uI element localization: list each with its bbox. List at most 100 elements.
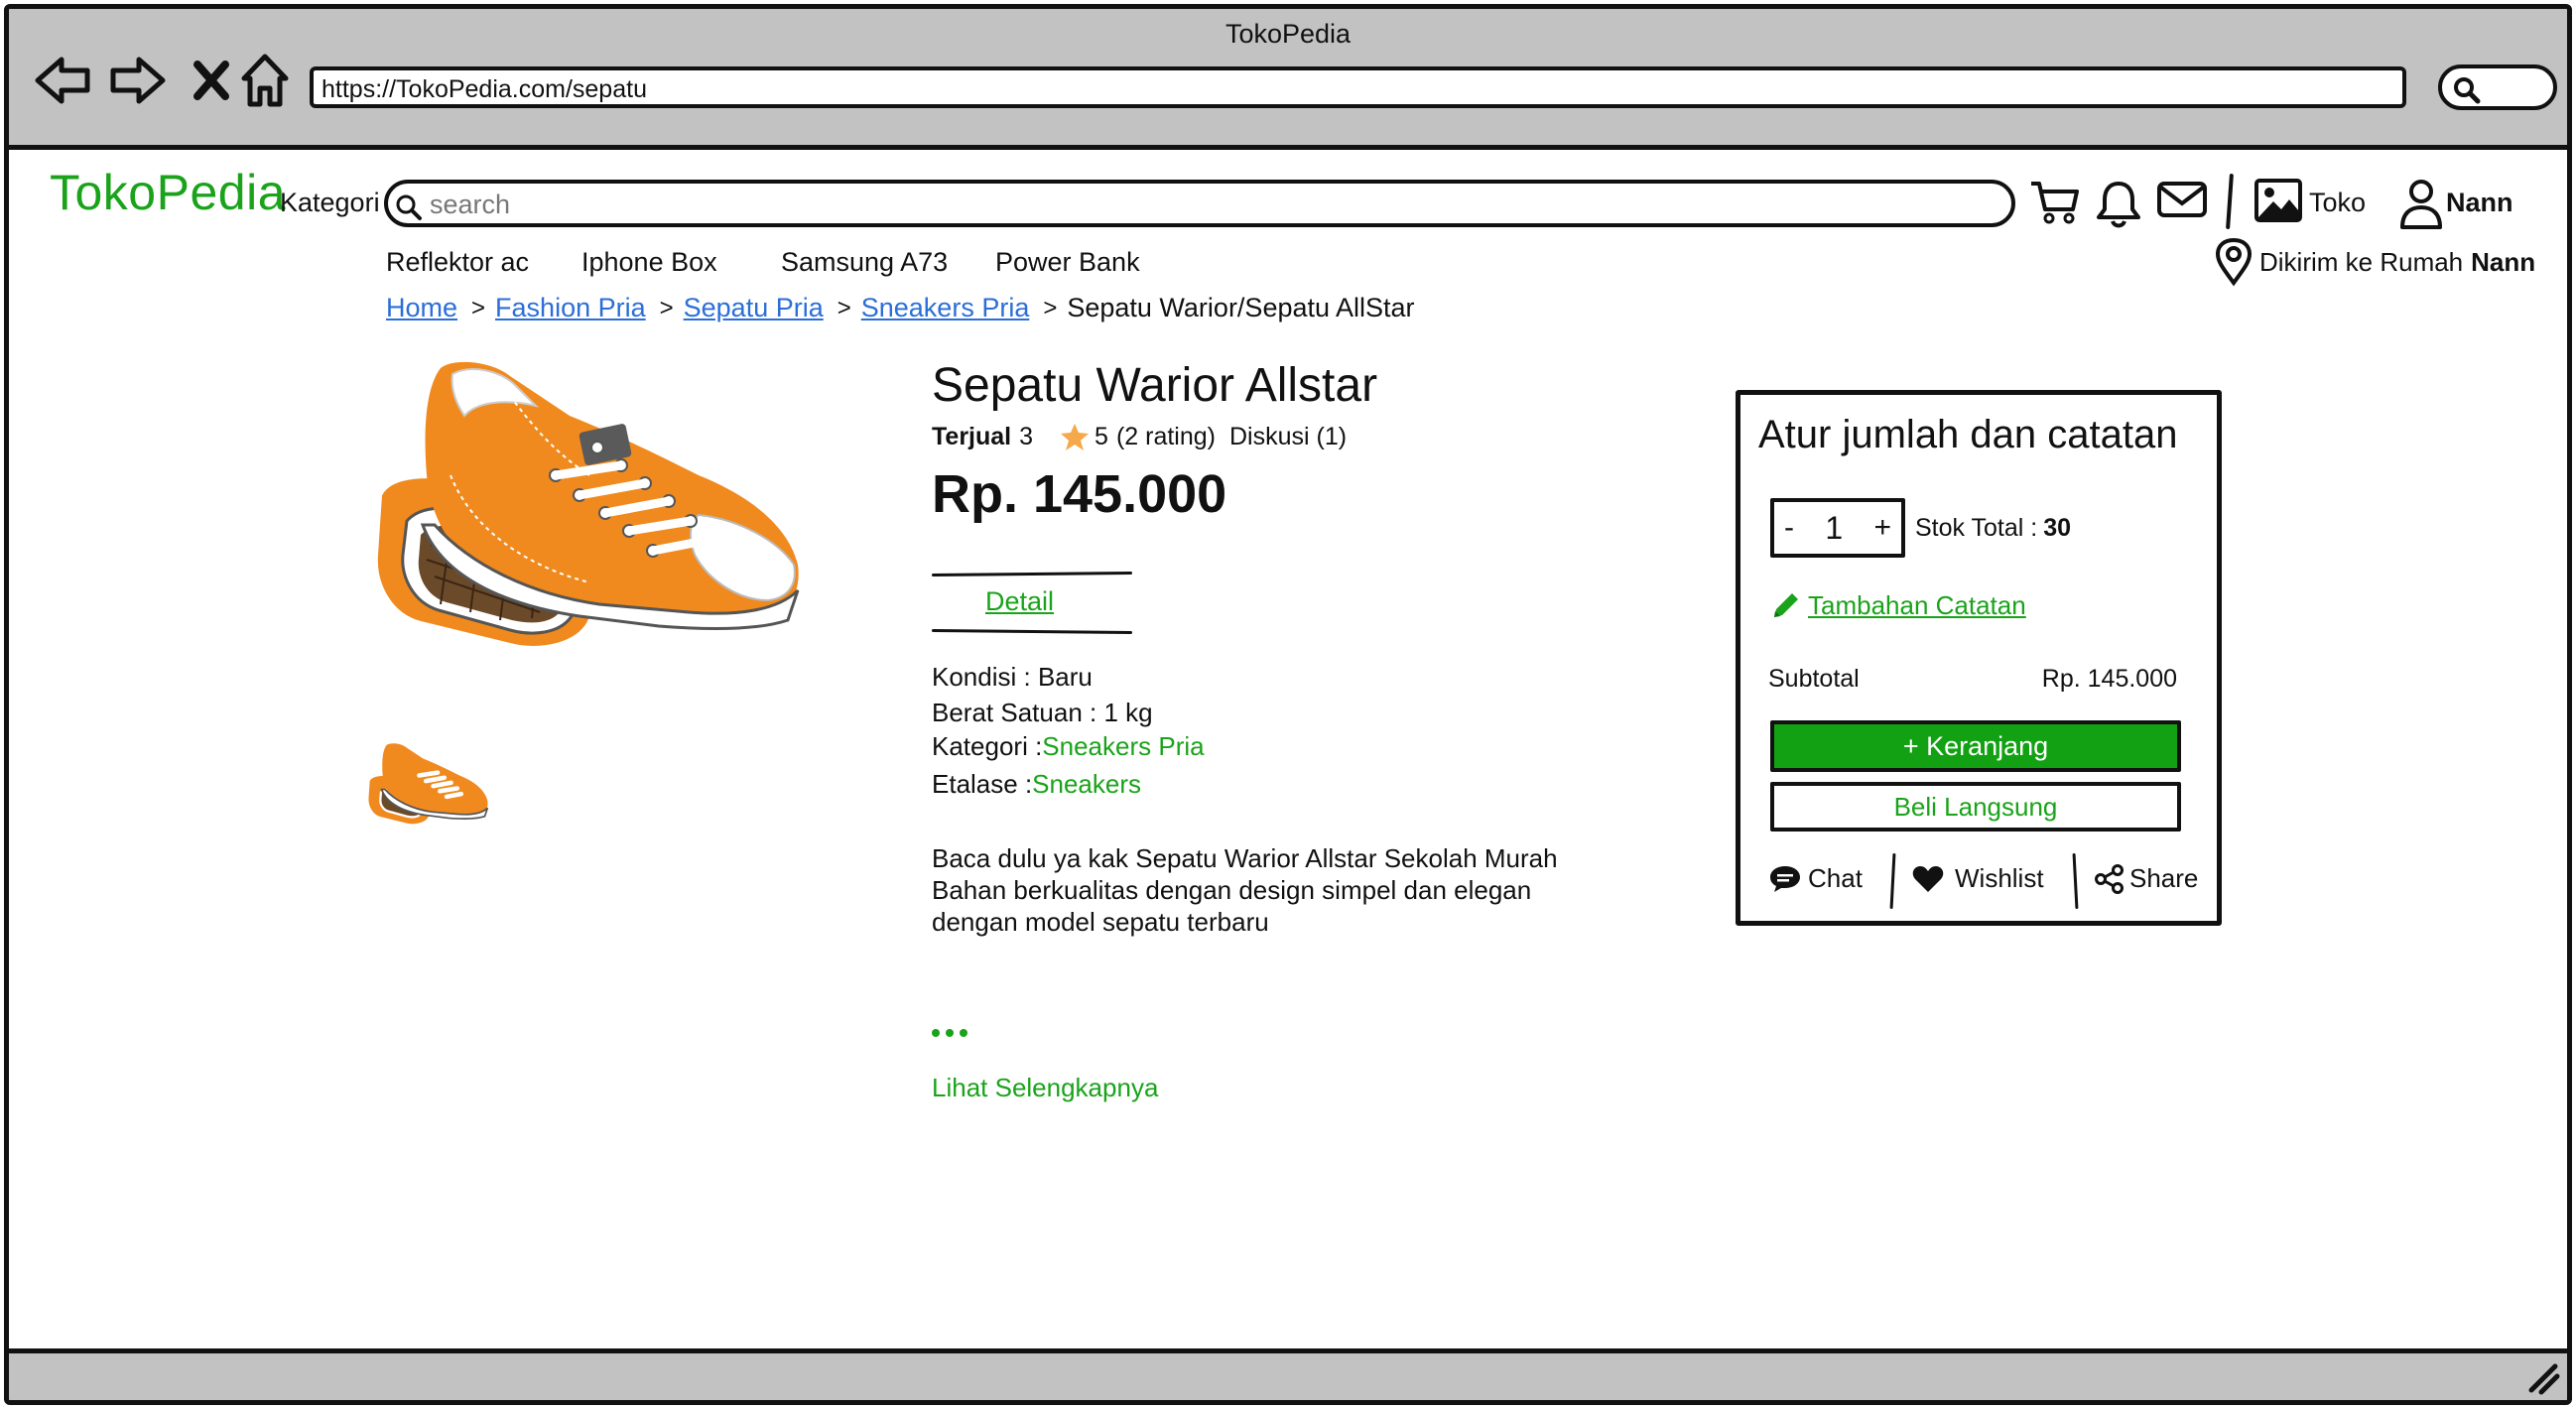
store-link[interactable]: Toko [2309,188,2366,218]
purchase-card: Atur jumlah dan catatan - 1 + Stok Total… [1736,390,2222,926]
category-link[interactable]: Sneakers Pria [1042,731,1204,761]
card-actions: Chat Wishlist Share [1768,852,2205,910]
see-more-link[interactable]: Lihat Selengkapnya [932,1073,1158,1103]
action-divider [1889,852,1896,910]
search-placeholder: search [430,190,511,219]
showcase-link[interactable]: Sneakers [1032,769,1141,799]
quantity-input[interactable]: 1 [1825,510,1843,547]
product-price: Rp. 145.000 [932,464,1227,524]
search-icon [396,194,422,220]
resize-grip-icon[interactable] [2525,1360,2561,1396]
description-line: Bahan berkualitas dengan design simpel d… [932,875,1532,905]
discussion-link[interactable]: Diskusi (1) [1229,423,1347,451]
add-note-label: Tambahan Catatan [1808,589,2026,620]
share-button[interactable]: Share [2094,863,2198,894]
tab-detail-label: Detail [985,586,1055,616]
mail-icon[interactable] [2156,178,2208,221]
window-title: TokoPedia [1224,19,1352,49]
tab-detail[interactable]: Detail [931,571,1133,635]
quick-link[interactable]: Samsung A73 [781,247,948,278]
showcase-label: Etalase : [932,769,1033,799]
bell-icon[interactable] [2095,178,2142,229]
address-bar[interactable]: https://TokoPedia.com/sepatu [310,66,2406,108]
browser-toolbar: TokoPedia https://TokoPedia.com/sepatu [9,9,2567,150]
stock-value: 30 [2043,514,2072,542]
chat-button[interactable]: Chat [1768,863,1863,894]
url-text: https://TokoPedia.com/sepatu [322,75,647,103]
search-icon [2454,77,2481,104]
quantity-stepper: - 1 + [1770,498,1905,558]
star-icon [1061,424,1090,450]
quick-link[interactable]: Iphone Box [581,247,717,278]
stock-label: Stok Total : [1915,514,2038,542]
breadcrumb-sepatu-pria[interactable]: Sepatu Pria [684,293,824,323]
browser-window: TokoPedia https://TokoPedia.com/sepatu T… [4,4,2572,1405]
browser-search-box[interactable] [2438,64,2557,110]
share-icon [2095,863,2124,894]
shipping-label: Dikirim ke Rumah [2259,246,2464,277]
subtotal-value: Rp. 145.000 [2041,665,2177,693]
purchase-card-title: Atur jumlah dan catatan [1758,413,2178,456]
tab-bottom-border [931,628,1133,635]
product-description: Baca dulu ya kak Sepatu Warior Allstar S… [932,842,1607,938]
user-name[interactable]: Nann [2446,188,2513,218]
chevron-right-icon: > [837,294,851,321]
category-label: Kategori : [932,731,1043,761]
image-icon[interactable] [2254,178,2303,223]
user-icon[interactable] [2398,178,2444,229]
increment-button[interactable]: + [1873,511,1891,545]
breadcrumb-current: Sepatu Warior/Sepatu AllStar [1067,293,1415,322]
sold-label: Terjual [932,422,1012,450]
chat-label: Chat [1808,863,1863,893]
product-thumbnail[interactable] [364,741,493,840]
weight-text: Berat Satuan : 1 kg [932,698,1153,727]
shipping-name: Nann [2471,246,2536,277]
status-bar [9,1348,2567,1400]
header-divider [2226,173,2234,230]
forward-arrow-icon[interactable] [106,49,170,112]
cart-icon[interactable] [2029,178,2081,225]
sold-count: 3 [1019,422,1034,450]
home-icon[interactable] [233,49,297,112]
wishlist-button[interactable]: Wishlist [1911,863,2044,894]
heart-icon [1912,865,1944,892]
add-note-link[interactable]: Tambahan Catatan [1770,589,2026,621]
stock-info: Stok Total :30 [1915,514,2071,543]
condition-text: Kondisi : Baru [932,662,1093,692]
breadcrumb-home[interactable]: Home [386,293,457,323]
subtotal-label: Subtotal [1768,665,1860,693]
chat-icon [1770,865,1800,892]
description-line: Baca dulu ya kak Sepatu Warior Allstar S… [932,843,1558,873]
description-line: dengan model sepatu terbaru [932,907,1269,937]
rating-count[interactable]: (2 rating) [1116,423,1216,451]
category-row: Kategori :Sneakers Pria [932,731,1205,762]
quick-link[interactable]: Reflektor ac [386,247,529,278]
tab-top-border [931,571,1133,577]
site-logo[interactable]: TokoPedia [50,164,286,221]
chevron-right-icon: > [1043,294,1058,321]
site-search-input[interactable]: search [384,180,2015,227]
quick-link[interactable]: Power Bank [995,247,1140,278]
location-pin-icon [2215,237,2253,287]
ellipsis-icon [932,1029,967,1037]
action-divider [2072,852,2079,910]
category-menu[interactable]: Kategori [280,188,380,218]
shipping-address[interactable]: Dikirim ke Rumah Nann [2214,237,2535,287]
product-title: Sepatu Warior Allstar [932,359,1378,412]
breadcrumb-sneakers-pria[interactable]: Sneakers Pria [861,293,1030,323]
wishlist-label: Wishlist [1955,863,2044,893]
add-to-cart-button[interactable]: + Keranjang [1770,720,2181,772]
buy-now-button[interactable]: Beli Langsung [1770,782,2181,832]
chevron-right-icon: > [471,294,486,321]
share-label: Share [2129,863,2199,893]
product-meta: Terjual 3 5 (2 rating) Diskusi (1) [932,422,1347,451]
rating-value: 5 [1095,422,1108,450]
chevron-right-icon: > [659,294,674,321]
decrement-button[interactable]: - [1784,511,1794,545]
back-arrow-icon[interactable] [31,49,94,112]
showcase-row: Etalase :Sneakers [932,769,1141,800]
breadcrumb-fashion-pria[interactable]: Fashion Pria [495,293,646,323]
product-main-image[interactable] [361,356,818,704]
breadcrumb: Home > Fashion Pria > Sepatu Pria > Snea… [386,293,1415,323]
pencil-icon [1774,593,1798,617]
